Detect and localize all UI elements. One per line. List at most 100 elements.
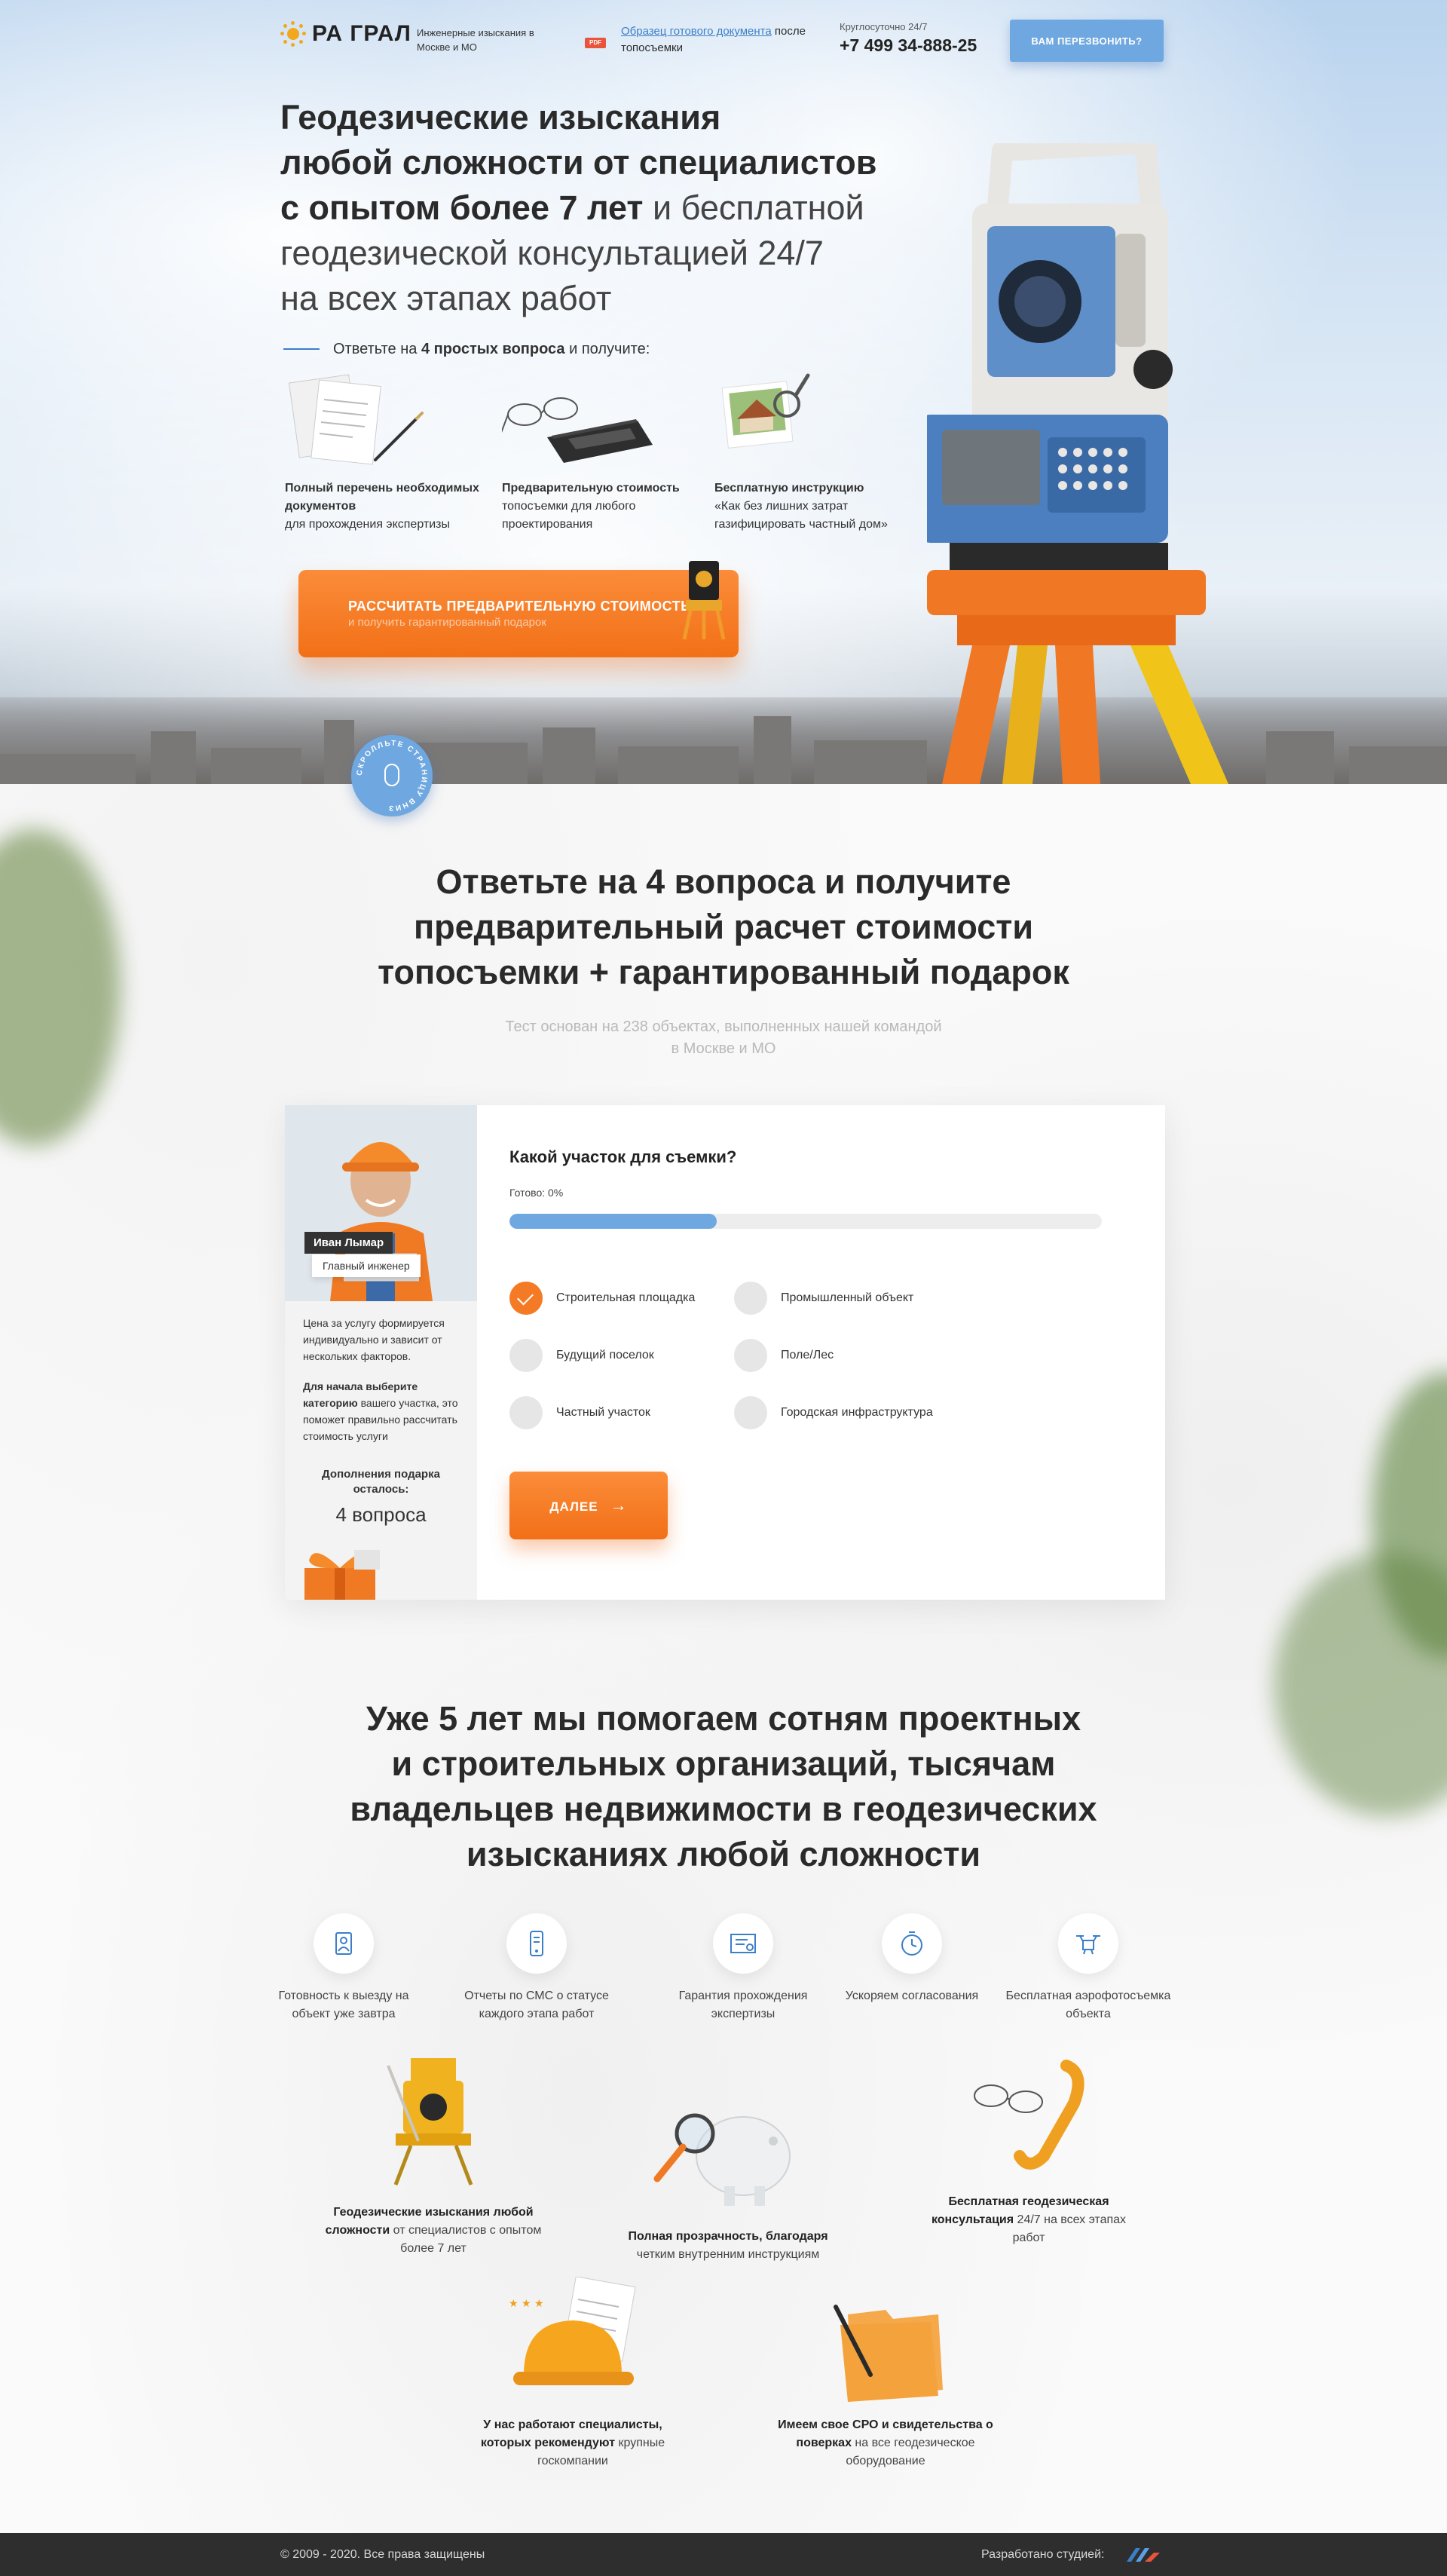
about-title-line-4: изысканиях любой сложности bbox=[466, 1835, 981, 1873]
next-button[interactable]: ДАЛЕЕ → bbox=[509, 1472, 668, 1539]
theodolite-image bbox=[387, 2058, 473, 2185]
quiz-sidebar: Иван Лымар Главный инженер Цена за услуг… bbox=[285, 1105, 477, 1600]
pdf-icon: PDF bbox=[585, 38, 606, 48]
option-radio[interactable] bbox=[509, 1396, 543, 1429]
advantage-text: Бесплатная геодезическая консультация 24… bbox=[919, 2193, 1138, 2247]
hero-title: Геодезические изыскания любой сложности … bbox=[280, 95, 928, 321]
engineer-name: Иван Лымар bbox=[304, 1232, 393, 1254]
hero-section: РА ГРАЛ Инженерные изыскания в Москве и … bbox=[0, 0, 1447, 816]
advantage-transparency: Полная прозрачность, благодаря четким вн… bbox=[623, 2088, 834, 2264]
hero-title-line-1: Геодезические изыскания bbox=[280, 98, 721, 136]
bonus-documents-desc: для прохождения экспертизы bbox=[285, 518, 450, 531]
bonus-instruction-text: Бесплатную инструкцию «Как без лишних зат… bbox=[714, 479, 933, 534]
site-footer: © 2009 - 2020. Все права защищены Разраб… bbox=[0, 2533, 1447, 2576]
option-radio[interactable] bbox=[509, 1339, 543, 1372]
phone-label: Круглосуточно 24/7 bbox=[840, 21, 928, 32]
feature-aerial-photo: Бесплатная аэрофотосъемка объекта bbox=[1005, 1913, 1171, 2023]
about-title-line-1-light: Уже 5 лет мы помогаем bbox=[366, 1699, 769, 1738]
option-label: Строительная площадка bbox=[556, 1291, 696, 1304]
engineer-role: Главный инженер bbox=[312, 1254, 421, 1277]
sample-document-link[interactable]: Образец готового документа после топосъе… bbox=[621, 23, 817, 57]
arrow-right-icon: → bbox=[610, 1496, 628, 1515]
questions-suffix: и получите: bbox=[569, 341, 650, 357]
feature-speed-approvals: Ускоряем согласования bbox=[829, 1913, 995, 2005]
stopwatch-icon bbox=[882, 1913, 942, 1974]
advantage-free-consultation: Бесплатная геодезическая консультация 24… bbox=[919, 2058, 1138, 2247]
option-city-infrastructure[interactable]: Городская инфраструктура bbox=[734, 1396, 933, 1429]
hero-title-line-2: любой сложности от специалистов bbox=[280, 143, 877, 182]
option-radio[interactable] bbox=[509, 1282, 543, 1315]
scroll-down-badge[interactable]: СКРОЛЛЬТЕ СТРАНИЦУ ВНИЗ bbox=[351, 735, 433, 816]
option-radio[interactable] bbox=[734, 1396, 767, 1429]
option-industrial-object[interactable]: Промышленный объект bbox=[734, 1282, 913, 1315]
house-photo-icon bbox=[714, 369, 933, 475]
option-private-plot[interactable]: Частный участок bbox=[509, 1396, 650, 1429]
sidebar-text-2: Для начала выберите категорию вашего уча… bbox=[303, 1378, 463, 1444]
advantage-sro: Имеем свое СРО и свидетельства о поверка… bbox=[776, 2292, 995, 2470]
bonus-cost-desc: топосъемки для любого проектирования bbox=[502, 500, 636, 531]
questions-intro: Ответьте на 4 простых вопроса и получите… bbox=[333, 341, 650, 358]
about-section-title: Уже 5 лет мы помогаем сотням проектных и… bbox=[0, 1696, 1447, 1877]
hero-title-line-3-light: и бесплатной bbox=[643, 188, 864, 227]
option-construction-site[interactable]: Строительная площадка bbox=[509, 1282, 695, 1315]
advantage-bold: Полная прозрачность, благодаря bbox=[628, 2230, 828, 2243]
option-label: Частный участок bbox=[556, 1406, 650, 1419]
advantage-rest: четким внутренним инструкциям bbox=[636, 2248, 820, 2261]
page: РА ГРАЛ Инженерные изыскания в Москве и … bbox=[0, 0, 1447, 2576]
bonus-documents-text: Полный перечень необходимых документов дл… bbox=[285, 479, 488, 534]
sidebar-text-1: Цена за услугу формируется индивидуально… bbox=[303, 1317, 445, 1362]
hero-title-line-4: геодезической консультацией 24/7 bbox=[280, 234, 824, 272]
about-title-line-3-light: в геодезических bbox=[812, 1790, 1097, 1828]
advantage-text: У нас работают специалисты, которых реко… bbox=[460, 2416, 686, 2470]
option-label: Промышленный объект bbox=[781, 1291, 914, 1304]
gift-count: 4 вопроса bbox=[335, 1503, 427, 1526]
option-field-forest[interactable]: Поле/Лес bbox=[734, 1339, 834, 1372]
quiz-title-line-1: Ответьте на 4 вопроса и получите bbox=[436, 862, 1011, 901]
cta-sub-label: и получить гарантированный подарок bbox=[348, 616, 546, 629]
mouse-icon bbox=[384, 764, 399, 786]
phone-report-icon bbox=[506, 1913, 567, 1974]
feature-expertise-guarantee: Гарантия прохождения экспертизы bbox=[660, 1913, 826, 2023]
questions-prefix: Ответьте на bbox=[333, 341, 418, 357]
advantage-rest: 24/7 на всех этапах работ bbox=[1012, 2213, 1127, 2244]
option-radio[interactable] bbox=[734, 1282, 767, 1315]
gift-label: Дополнения подарка осталось: bbox=[322, 1468, 440, 1496]
advantage-rest: на все геодезическое оборудование bbox=[846, 2437, 975, 2467]
helmet-documents-image: ★ ★ ★ bbox=[509, 2276, 636, 2385]
advantage-specialists: ★ ★ ★ У нас работают специалисты, которы… bbox=[460, 2276, 686, 2470]
option-radio[interactable] bbox=[734, 1339, 767, 1372]
bonus-cost-bold: Предварительную стоимость bbox=[502, 482, 680, 495]
piggy-bank-magnifier-image bbox=[653, 2113, 791, 2206]
phone-number[interactable]: +7 499 34-888-25 bbox=[840, 35, 977, 56]
calculate-cost-button[interactable]: РАССЧИТАТЬ ПРЕДВАРИТЕЛЬНУЮ СТОИМОСТЬ и п… bbox=[298, 561, 739, 657]
developer-label: Разработано студией: bbox=[981, 2548, 1105, 2561]
hero-title-line-5: на всех этапах работ bbox=[280, 279, 612, 317]
header-tagline: Инженерные изыскания в Москве и МО bbox=[417, 27, 534, 53]
quiz-section-title: Ответьте на 4 вопроса и получите предвар… bbox=[0, 859, 1447, 995]
bonus-instruction-desc: «Как без лишних затрат газифицировать ча… bbox=[714, 500, 888, 531]
svg-text:★ ★ ★: ★ ★ ★ bbox=[509, 2298, 544, 2310]
documents-icon bbox=[285, 369, 488, 475]
certificate-icon bbox=[713, 1913, 773, 1974]
bonus-instruction: Бесплатную инструкцию «Как без лишних зат… bbox=[714, 369, 933, 534]
quiz-card: Иван Лымар Главный инженер Цена за услуг… bbox=[285, 1105, 1165, 1600]
quiz-title-line-3-bold: топосъемки bbox=[378, 953, 580, 991]
logo[interactable]: РА ГРАЛ bbox=[280, 21, 411, 47]
bonus-documents: Полный перечень необходимых документов дл… bbox=[285, 369, 488, 534]
advantage-text: Полная прозрачность, благодаря четким вн… bbox=[623, 2228, 834, 2264]
worker-icon bbox=[314, 1913, 374, 1974]
calculator-glasses-icon bbox=[498, 369, 705, 475]
sample-document-link-text[interactable]: Образец готового документа bbox=[621, 25, 772, 38]
quiz-question: Какой участок для съемки? bbox=[509, 1147, 737, 1166]
cta-main-label: РАССЧИТАТЬ ПРЕДВАРИТЕЛЬНУЮ СТОИМОСТЬ bbox=[348, 599, 691, 614]
site-header: РА ГРАЛ Инженерные изыскания в Москве и … bbox=[0, 0, 1447, 75]
sun-logo-icon bbox=[280, 21, 306, 47]
phone-block: Круглосуточно 24/7 +7 499 34-888-25 bbox=[840, 21, 977, 56]
option-future-village[interactable]: Будущий поселок bbox=[509, 1339, 654, 1372]
callback-button[interactable]: ВАМ ПЕРЕЗВОНИТЬ? bbox=[1010, 20, 1164, 62]
quiz-title-line-2: предварительный расчет стоимости bbox=[413, 908, 1034, 946]
phone-glasses-image bbox=[974, 2060, 1084, 2170]
developer-logo-icon[interactable] bbox=[1125, 2547, 1161, 2563]
feature-text: Ускоряем согласования bbox=[845, 1989, 979, 2002]
bonus-cost: Предварительную стоимость топосъемки для… bbox=[498, 369, 705, 534]
